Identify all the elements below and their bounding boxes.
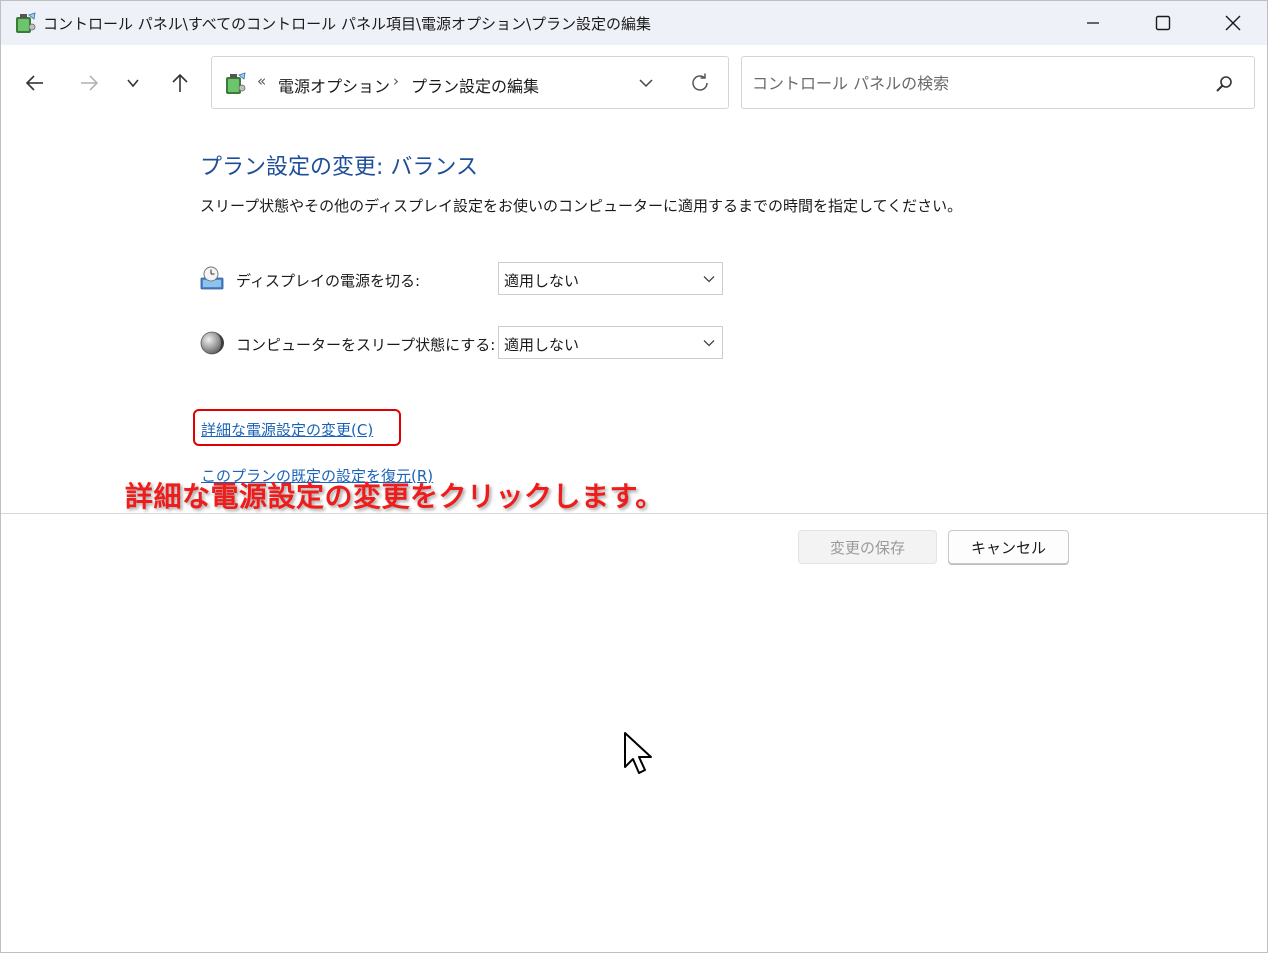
back-button[interactable] xyxy=(17,67,53,99)
footer-divider xyxy=(1,513,1267,514)
arrow-right-icon xyxy=(81,75,99,91)
cancel-button[interactable]: キャンセル xyxy=(948,530,1069,564)
search-input[interactable] xyxy=(752,69,1192,97)
recent-locations-button[interactable] xyxy=(115,67,151,99)
chevron-down-icon xyxy=(127,79,139,88)
advanced-power-settings-link[interactable]: 詳細な電源設定の変更(C) xyxy=(201,419,373,440)
sleep-setting: コンピューターをスリープ状態にする: 適用しない xyxy=(200,326,760,360)
plan-settings-content: プラン設定の変更: バランス スリープ状態やその他のディスプレイ設定をお使いのコ… xyxy=(1,119,1267,513)
breadcrumb-overflow[interactable]: « xyxy=(257,72,266,90)
power-options-icon xyxy=(16,12,36,33)
close-icon xyxy=(1225,15,1241,31)
sleep-value: 適用しない xyxy=(504,336,580,354)
display-off-setting: ディスプレイの電源を切る: 適用しない xyxy=(200,262,760,296)
refresh-button[interactable] xyxy=(686,70,714,96)
arrow-left-icon xyxy=(25,75,43,91)
chevron-down-icon xyxy=(639,79,653,88)
forward-button[interactable] xyxy=(71,67,107,99)
address-bar[interactable]: « 電源オプション › プラン設定の編集 xyxy=(211,56,729,109)
breadcrumb-edit-plan[interactable]: プラン設定の編集 xyxy=(411,73,539,97)
power-options-icon xyxy=(226,72,246,94)
minimize-icon xyxy=(1087,22,1099,24)
sleep-select[interactable]: 適用しない xyxy=(498,326,723,359)
search-box[interactable] xyxy=(741,56,1255,109)
refresh-icon xyxy=(692,73,708,91)
control-panel-window: コントロール パネル\すべてのコントロール パネル項目\電源オプション\プラン設… xyxy=(0,0,1268,953)
display-off-value: 適用しない xyxy=(504,272,580,290)
window-title: コントロール パネル\すべてのコントロール パネル項目\電源オプション\プラン設… xyxy=(43,15,652,33)
navigation-bar: « 電源オプション › プラン設定の編集 xyxy=(1,45,1267,119)
sleep-moon-icon xyxy=(200,331,224,355)
search-icon xyxy=(1216,76,1232,92)
chevron-down-icon xyxy=(703,340,715,347)
page-description: スリープ状態やその他のディスプレイ設定をお使いのコンピューターに適用するまでの時… xyxy=(200,197,963,215)
maximize-icon xyxy=(1155,15,1171,31)
arrow-up-icon xyxy=(172,73,188,92)
page-title: プラン設定の変更: バランス xyxy=(200,155,478,180)
maximize-button[interactable] xyxy=(1128,1,1198,45)
close-button[interactable] xyxy=(1198,1,1267,45)
up-button[interactable] xyxy=(162,67,198,99)
display-off-select[interactable]: 適用しない xyxy=(498,262,723,295)
instruction-annotation: 詳細な電源設定の変更をクリックします。 xyxy=(125,480,664,513)
breadcrumb-separator[interactable]: › xyxy=(393,72,399,90)
sleep-label: コンピューターをスリープ状態にする: xyxy=(236,336,496,354)
display-power-icon xyxy=(200,266,224,290)
address-history-dropdown[interactable] xyxy=(632,71,660,95)
title-bar: コントロール パネル\すべてのコントロール パネル項目\電源オプション\プラン設… xyxy=(1,1,1267,45)
display-off-label: ディスプレイの電源を切る: xyxy=(236,272,421,290)
search-button[interactable] xyxy=(1212,72,1236,96)
breadcrumb-power-options[interactable]: 電源オプション xyxy=(278,73,390,97)
save-changes-button[interactable]: 変更の保存 xyxy=(798,530,937,564)
minimize-button[interactable] xyxy=(1058,1,1128,45)
chevron-down-icon xyxy=(703,276,715,283)
mouse-cursor-icon xyxy=(624,732,652,774)
